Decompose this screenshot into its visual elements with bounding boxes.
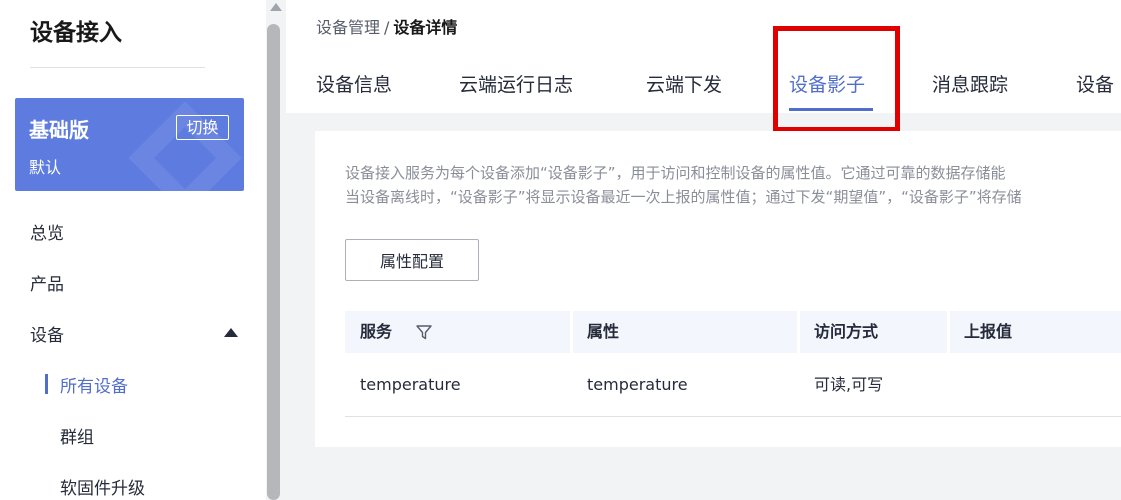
- sidebar-title: 设备接入: [30, 20, 122, 46]
- description-line-2: 当设备离线时，“设备影子”将显示设备最近一次上报的属性值；通过下发“期望值”，“…: [345, 188, 1022, 206]
- sub-item-all-devices[interactable]: 所有设备: [60, 372, 128, 397]
- filter-icon[interactable]: [415, 323, 433, 341]
- column-header-access: 访问方式: [814, 322, 879, 341]
- breadcrumb-current: 设备详情: [393, 18, 458, 37]
- shadow-card: 设备接入服务为每个设备添加“设备影子”，用于访问和控制设备的属性值。它通过可靠的…: [315, 131, 1121, 447]
- scroll-thumb[interactable]: [267, 24, 280, 500]
- tab-message-trace[interactable]: 消息跟踪: [932, 70, 1008, 97]
- nav-item-devices[interactable]: 设备: [30, 321, 64, 346]
- cell-service: temperature: [360, 375, 461, 394]
- edition-card: 基础版 默认 切换: [15, 98, 244, 191]
- column-divider: [947, 311, 950, 353]
- cell-access: 可读,可写: [814, 375, 884, 394]
- chevron-up-icon[interactable]: [224, 328, 238, 337]
- breadcrumb-parent[interactable]: 设备管理: [316, 18, 380, 37]
- edition-instance: 默认: [29, 158, 62, 177]
- breadcrumb-separator: /: [384, 18, 390, 37]
- property-config-button[interactable]: 属性配置: [345, 239, 479, 281]
- tab-device-info[interactable]: 设备信息: [316, 70, 392, 97]
- column-divider: [570, 311, 573, 353]
- switch-edition-button[interactable]: 切换: [176, 115, 229, 140]
- page-header: 设备管理 / 设备详情 设备信息 云端运行日志 云端下发 设备影子 消息跟踪 设备: [286, 0, 1121, 132]
- tab-device-shadow[interactable]: 设备影子: [789, 70, 865, 97]
- column-header-service: 服务: [360, 322, 393, 341]
- sub-item-firmware[interactable]: 软固件升级: [60, 474, 145, 499]
- tab-cloud-logs[interactable]: 云端运行日志: [459, 70, 573, 97]
- column-header-property: 属性: [587, 322, 620, 341]
- tab-more[interactable]: 设备: [1076, 70, 1114, 97]
- table-row: temperature temperature 可读,可写: [345, 353, 1121, 417]
- column-divider: [797, 311, 800, 353]
- shadow-description: 设备接入服务为每个设备添加“设备影子”，用于访问和控制设备的属性值。它通过可靠的…: [345, 161, 1121, 209]
- nav-item-overview[interactable]: 总览: [30, 219, 64, 244]
- divider: [30, 67, 205, 68]
- tab-cloud-command[interactable]: 云端下发: [646, 70, 722, 97]
- sidebar-scrollbar[interactable]: [266, 0, 286, 500]
- sub-item-groups[interactable]: 群组: [60, 423, 94, 448]
- nav-item-products[interactable]: 产品: [30, 270, 64, 295]
- column-header-reported: 上报值: [964, 322, 1013, 341]
- description-line-1: 设备接入服务为每个设备添加“设备影子”，用于访问和控制设备的属性值。它通过可靠的…: [345, 164, 1006, 182]
- active-indicator: [45, 374, 48, 394]
- breadcrumb: 设备管理 / 设备详情: [316, 14, 457, 38]
- sidebar: 设备接入 基础版 默认 切换 总览 产品 设备 所有设备 群组 软固件升级: [0, 0, 266, 500]
- active-tab-underline: [789, 108, 873, 111]
- cell-property: temperature: [587, 375, 688, 394]
- scroll-up-arrow-icon[interactable]: [270, 3, 282, 11]
- edition-name: 基础版: [29, 118, 89, 142]
- table-header: 服务 属性 访问方式 上报值: [345, 311, 1121, 353]
